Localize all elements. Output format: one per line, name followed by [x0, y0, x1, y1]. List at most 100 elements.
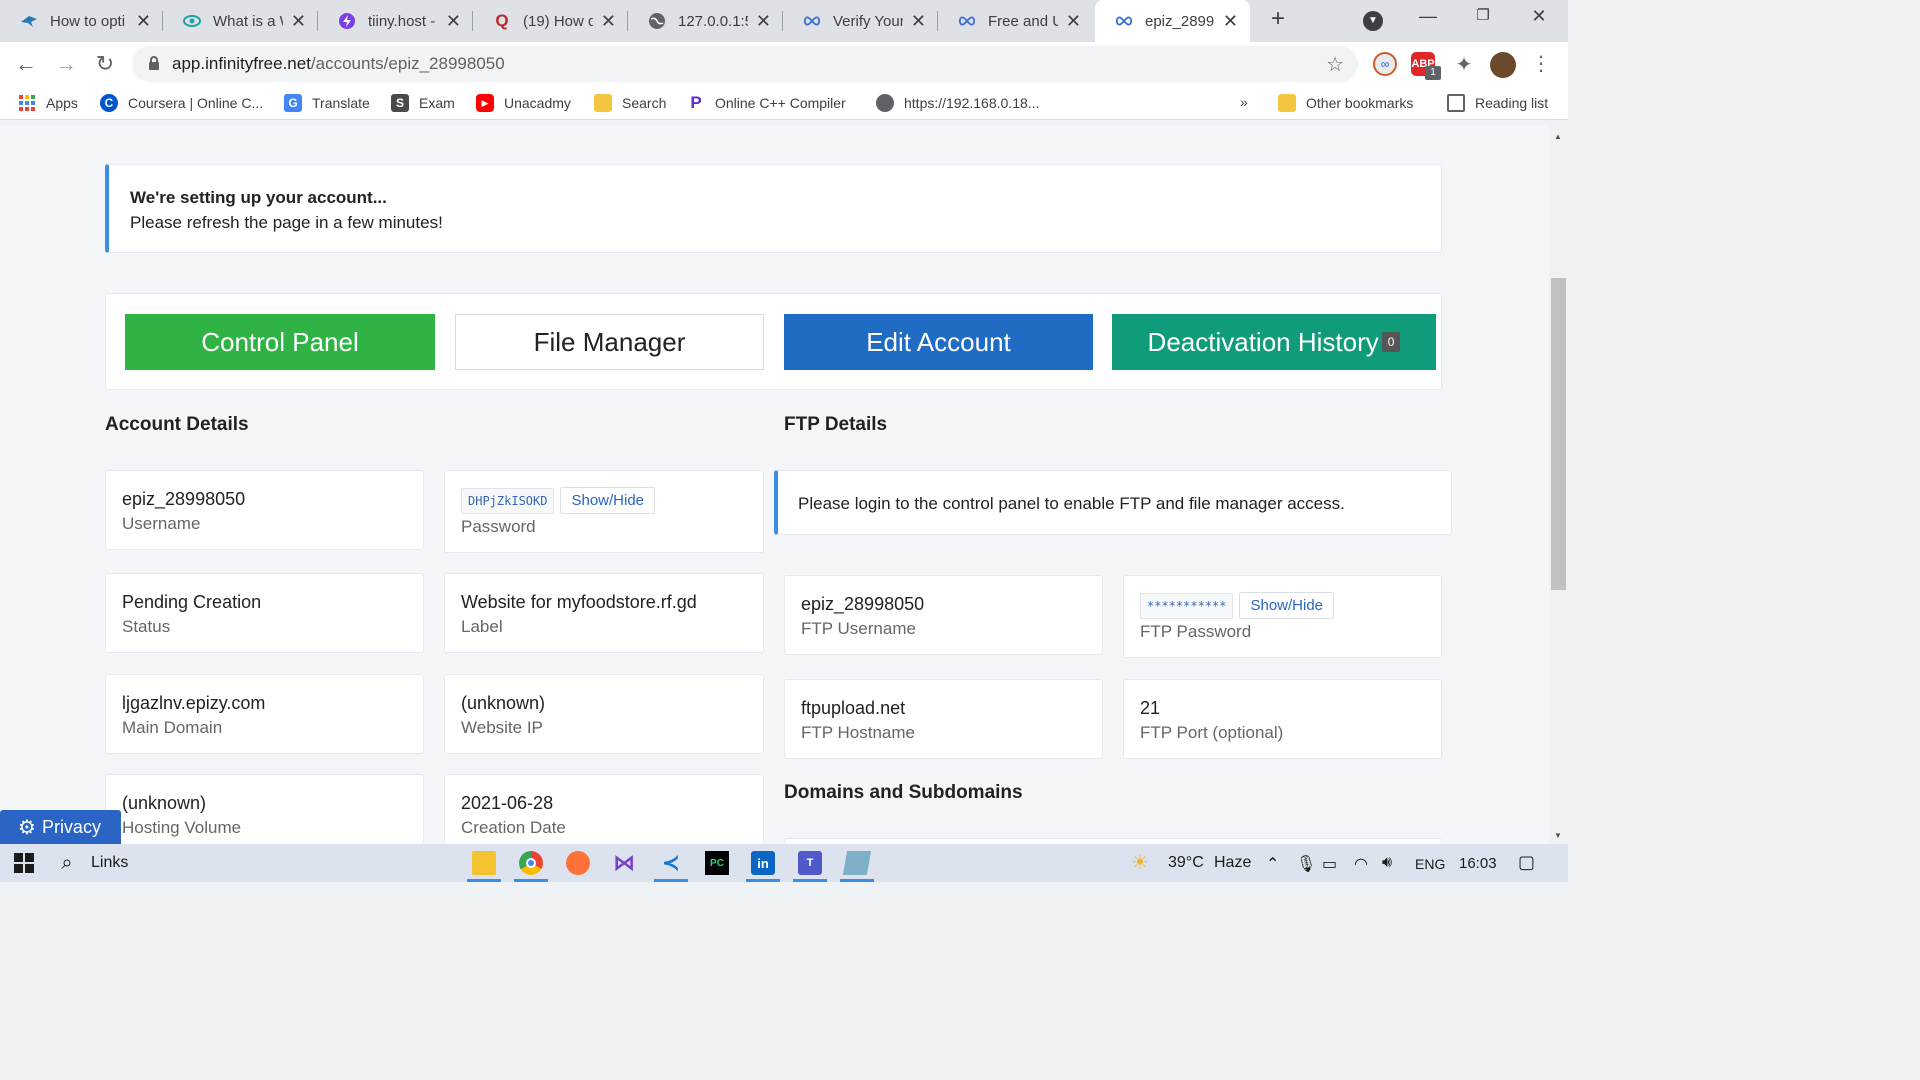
weather-desc[interactable]: Haze — [1214, 854, 1251, 872]
microphone-icon[interactable]: 🎙︎ — [1296, 854, 1316, 874]
tab-5[interactable]: Verify Your ✕ — [783, 0, 938, 42]
puzzle-extensions-icon[interactable]: ✦ — [1452, 52, 1476, 76]
privacy-button[interactable]: ⚙ Privacy — [0, 810, 121, 844]
notifications-icon[interactable]: ▢ — [1518, 852, 1535, 873]
ftp-password-show-hide-button[interactable]: Show/Hide — [1239, 592, 1335, 619]
restore-icon[interactable]: ❐ — [1468, 6, 1498, 32]
minimize-icon[interactable]: — — [1413, 6, 1443, 32]
infinity-icon — [1115, 12, 1133, 30]
address-url: app.infinityfree.net/accounts/epiz_28998… — [172, 54, 505, 74]
bookmark-exam[interactable]: S Exam — [391, 94, 455, 112]
tab-4[interactable]: 127.0.0.1:55 ✕ — [628, 0, 783, 42]
globe-icon — [648, 12, 666, 30]
edit-account-button[interactable]: Edit Account — [784, 314, 1093, 370]
linkedin-icon[interactable]: in — [751, 851, 775, 875]
close-tab-icon[interactable]: ✕ — [1223, 11, 1238, 32]
bookmark-label: Search — [622, 95, 667, 111]
tab-title: Free and Ur — [988, 12, 1058, 30]
tab-search-icon[interactable]: ▼ — [1363, 11, 1383, 31]
tab-6[interactable]: Free and Ur ✕ — [938, 0, 1093, 42]
close-tab-icon[interactable]: ✕ — [911, 11, 926, 32]
deactivation-history-button[interactable]: Deactivation History 0 — [1112, 314, 1436, 370]
weather-icon[interactable]: ☀ — [1131, 850, 1149, 875]
back-icon[interactable]: ← — [12, 50, 40, 78]
teams-icon[interactable]: T — [798, 851, 822, 875]
close-tab-icon[interactable]: ✕ — [291, 11, 306, 32]
pycharm-icon[interactable]: PC — [705, 851, 729, 875]
folder-icon — [594, 94, 612, 112]
other-bookmarks[interactable]: Other bookmarks — [1278, 94, 1413, 112]
ftp-notice: Please login to the control panel to ena… — [774, 470, 1452, 535]
volume-icon[interactable]: 🔊︎ — [1382, 854, 1392, 872]
scrollbar-thumb[interactable] — [1551, 278, 1566, 590]
tab-title: How to opti — [50, 12, 126, 30]
new-tab-button[interactable]: + — [1266, 7, 1290, 32]
extension-badge: 1 — [1425, 66, 1441, 80]
reading-list-icon — [1447, 94, 1465, 112]
address-bar[interactable]: app.infinityfree.net/accounts/epiz_28998… — [132, 46, 1358, 82]
bookmark-local-ip[interactable]: https://192.168.0.18... — [876, 94, 1039, 112]
file-manager-button[interactable]: File Manager — [455, 314, 764, 370]
language-indicator[interactable]: ENG — [1415, 856, 1445, 872]
bookmark-unacadmy[interactable]: ▶ Unacadmy — [476, 94, 571, 112]
tab-0[interactable]: How to opti ✕ — [0, 0, 163, 42]
password-show-hide-button[interactable]: Show/Hide — [560, 487, 656, 514]
ftp-password-card: *********** Show/Hide FTP Password — [1123, 575, 1442, 658]
close-tab-icon[interactable]: ✕ — [756, 11, 771, 32]
clock[interactable]: 16:03 — [1459, 855, 1497, 872]
bookmark-label: Apps — [46, 95, 78, 111]
chrome-icon[interactable] — [519, 851, 543, 875]
bookmark-compiler[interactable]: P Online C++ Compiler — [687, 93, 845, 112]
tab-3[interactable]: Q (19) How do ✕ — [473, 0, 628, 42]
main-domain-card: ljgazlnv.epizy.com Main Domain — [105, 674, 424, 754]
search-icon[interactable]: ⌕ — [55, 851, 79, 875]
bookmark-coursera[interactable]: C Coursera | Online C... — [100, 94, 263, 112]
close-tab-icon[interactable]: ✕ — [601, 11, 616, 32]
wifi-icon[interactable]: ◠ — [1354, 854, 1368, 874]
folder-icon — [1278, 94, 1296, 112]
alert-body: Please refresh the page in a few minutes… — [130, 213, 443, 232]
quora-icon: Q — [495, 11, 509, 30]
forward-icon[interactable]: → — [52, 50, 80, 78]
tab-1[interactable]: What is a W ✕ — [163, 0, 318, 42]
weather-temp[interactable]: 39°C — [1168, 854, 1204, 872]
ftp-port-value: 21 — [1140, 698, 1161, 718]
bookmark-translate[interactable]: G Translate — [284, 94, 370, 112]
battery-icon[interactable]: ▭ — [1322, 854, 1337, 874]
tab-2[interactable]: tiiny.host - ✕ — [318, 0, 473, 42]
close-tab-icon[interactable]: ✕ — [446, 11, 461, 32]
chevron-up-icon[interactable]: ⌃ — [1266, 854, 1279, 874]
reload-icon[interactable]: ↻ — [91, 50, 119, 78]
file-explorer-icon[interactable] — [472, 851, 496, 875]
password-value: DHPjZkISOKD — [461, 487, 555, 514]
reading-list[interactable]: Reading list — [1447, 94, 1548, 112]
bookmarks-overflow-button[interactable]: » — [1240, 94, 1248, 110]
tab-title: What is a W — [213, 12, 283, 30]
bookmark-label: https://192.168.0.18... — [904, 95, 1040, 111]
firefox-icon[interactable] — [566, 851, 590, 875]
file-explorer-active-indicator — [467, 879, 501, 882]
exam-icon: S — [391, 94, 409, 112]
close-tab-icon[interactable]: ✕ — [136, 11, 151, 32]
tab-title: tiiny.host - — [368, 12, 436, 30]
close-tab-icon[interactable]: ✕ — [1066, 11, 1081, 32]
bookmark-star-icon[interactable]: ☆ — [1326, 52, 1344, 77]
bookmark-apps[interactable]: Apps — [18, 94, 78, 112]
tab-7-active[interactable]: epiz_28998 ✕ — [1095, 0, 1250, 42]
close-window-icon[interactable]: ✕ — [1524, 6, 1554, 32]
password-card: DHPjZkISOKD Show/Hide Password — [444, 470, 764, 553]
ftp-hostname-card: ftpupload.net FTP Hostname — [784, 679, 1103, 759]
taskbar-search-label[interactable]: Links — [91, 854, 128, 872]
ftp-password-value: *********** — [1140, 592, 1234, 619]
infinity-icon — [958, 12, 976, 30]
avatar[interactable] — [1490, 52, 1516, 78]
windows-start-icon[interactable] — [12, 851, 36, 875]
app-window-icon[interactable] — [842, 851, 872, 875]
gear-icon: ⚙ — [18, 816, 36, 839]
vscode-icon[interactable]: ≺ — [659, 850, 683, 875]
bookmark-search[interactable]: Search — [594, 94, 666, 112]
menu-kebab-icon[interactable]: ⋮ — [1527, 50, 1555, 78]
control-panel-button[interactable]: Control Panel — [125, 314, 435, 370]
extension-icon[interactable]: ∞ — [1373, 52, 1397, 76]
visual-studio-icon[interactable]: ⋈ — [612, 850, 636, 875]
